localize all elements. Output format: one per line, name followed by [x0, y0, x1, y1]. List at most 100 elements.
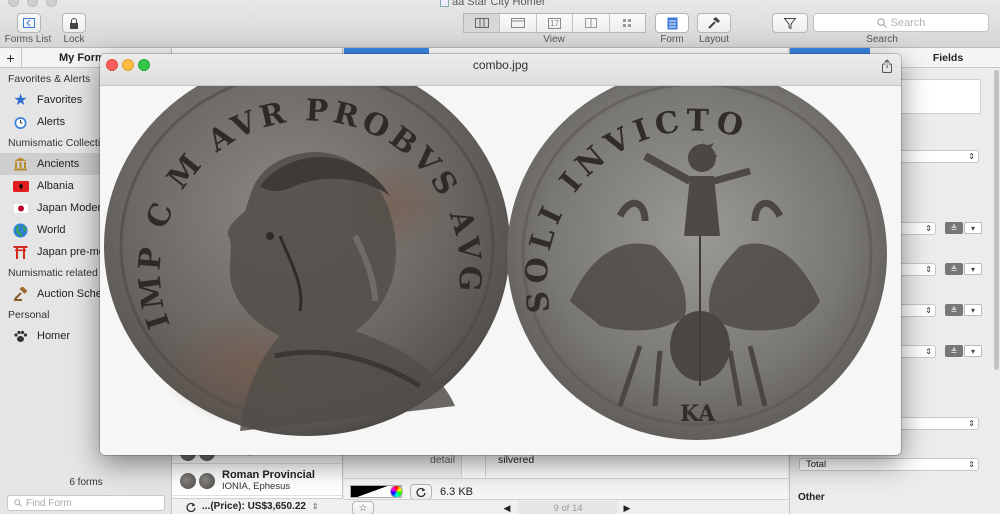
sort-button[interactable]: ≜ [945, 222, 963, 234]
chevron-updown-icon: ⇕ [968, 460, 975, 469]
summary-popup[interactable]: Total ⇕ [799, 458, 979, 471]
previous-record-button[interactable]: ◀ [500, 501, 514, 514]
record-navigator: ☆ ◀ 9 of 14 ▶ [344, 499, 788, 514]
field-popup[interactable]: ⇕ [899, 417, 979, 430]
paw-print-icon [12, 328, 29, 345]
share-icon[interactable] [880, 59, 894, 73]
columns-icon [474, 18, 489, 28]
search-label: Search [866, 34, 898, 45]
layout-label: Layout [698, 34, 730, 45]
refresh-icon [416, 487, 426, 497]
sort-button[interactable]: ≜ [945, 345, 963, 357]
filter-icon: ▾ [970, 223, 975, 233]
view-form-segment[interactable] [500, 14, 537, 32]
sort-button[interactable]: ≜ [945, 263, 963, 275]
sort-icon: ≜ [950, 264, 958, 274]
sidebar-item-label: Albania [37, 180, 74, 192]
field-popup[interactable]: ⇕ [899, 222, 936, 235]
coin-photo: IMP C M AVR PROBVS AVG SOLI INVICTO KA [100, 56, 901, 455]
field-popup[interactable]: ⇕ [899, 345, 936, 358]
main-toolbar: aa Star City Homer Forms List Lock 17 Vi… [0, 0, 1000, 48]
albania-flag-icon [12, 178, 29, 195]
sort-icon: ≜ [950, 305, 958, 315]
add-form-button[interactable]: + [0, 47, 22, 68]
coin-reverse: SOLI INVICTO KA [507, 68, 887, 440]
sidebar-item-label: Favorites [37, 94, 83, 106]
sidebar-item-label: World [37, 224, 66, 236]
calendar-icon: 17 [548, 17, 561, 29]
mintmark: KA [680, 401, 716, 427]
search-icon [14, 499, 22, 507]
field-popup[interactable]: ⇕ [899, 263, 936, 276]
chevron-updown-icon: ⇕ [925, 224, 932, 233]
next-record-button[interactable]: ▶ [620, 501, 634, 514]
quick-look-title: combo.jpg [472, 58, 529, 72]
hammer-icon [708, 17, 720, 29]
refresh-button[interactable] [410, 484, 432, 500]
form-label: Form [660, 34, 684, 45]
window-title: aa Star City Homer [440, 0, 546, 8]
close-button-inactive[interactable] [8, 0, 19, 7]
filter-icon: ▾ [970, 264, 975, 274]
inspector-text-area[interactable] [899, 79, 981, 114]
star-outline-icon: ☆ [358, 502, 368, 514]
list-item[interactable]: Roman Provincial IONIA, Ephesus [172, 466, 342, 496]
view-segmented-control[interactable]: 17 [463, 13, 646, 33]
scroll-thumb[interactable] [994, 70, 999, 370]
zoom-button-inactive[interactable] [46, 0, 57, 7]
torii-gate-icon [12, 244, 29, 261]
field-popup[interactable]: ⇕ [899, 304, 936, 317]
triangle-right-icon: ▶ [623, 502, 631, 513]
filter-button[interactable]: ▾ [964, 263, 982, 275]
view-chart-segment[interactable] [573, 14, 610, 32]
list-item-subtitle: IONIA, Ephesus [222, 480, 291, 492]
chevron-updown-icon[interactable]: ⇕ [312, 502, 319, 511]
field-value[interactable]: silvered [498, 454, 534, 466]
search-placeholder: Search [890, 16, 926, 29]
globe-icon [12, 222, 29, 239]
coin-obverse: IMP C M AVR PROBVS AVG [104, 56, 510, 436]
list-price-summary: ...(Price): US$3,650.22 [202, 501, 306, 512]
search-input[interactable]: Search [813, 13, 989, 32]
form-view-icon [511, 18, 526, 28]
forms-list-label: Forms List [4, 34, 52, 45]
filter-button[interactable]: ▾ [964, 222, 982, 234]
sidebar-item-label: Japan Modern [37, 202, 108, 214]
coin-thumbnail-reverse [199, 472, 215, 489]
color-wheel-icon[interactable] [390, 485, 403, 498]
filter-button[interactable] [772, 13, 808, 33]
star-icon: ★ [13, 92, 28, 109]
inspector-popup[interactable]: ⇕ [899, 150, 979, 163]
filter-icon: ▾ [970, 305, 975, 315]
favorite-record-button[interactable]: ☆ [352, 501, 374, 514]
refresh-icon[interactable] [186, 502, 196, 512]
view-calendar-segment[interactable]: 17 [537, 14, 574, 32]
view-columns-segment[interactable] [464, 14, 501, 32]
sort-button[interactable]: ≜ [945, 304, 963, 316]
chevron-updown-icon: ⇕ [925, 306, 932, 315]
filter-button[interactable]: ▾ [964, 304, 982, 316]
layout-button[interactable] [697, 13, 731, 33]
lock-icon [70, 17, 78, 29]
quick-look-window: combo.jpg IMP C M AVR PROBVS AVG SOLI IN… [100, 54, 901, 455]
section-other: Other [798, 492, 825, 503]
forms-list-button[interactable] [17, 13, 41, 33]
view-grid-segment[interactable] [610, 14, 645, 32]
view-label: View [543, 34, 565, 45]
form-icon [667, 17, 677, 29]
inspector-scrollbar[interactable] [993, 68, 1000, 388]
search-icon [876, 17, 887, 28]
find-form-input[interactable]: Find Form [7, 495, 165, 511]
quick-look-titlebar: combo.jpg [100, 54, 901, 86]
form-footer: 6.3 KB ☆ ◀ 9 of 14 ▶ [344, 478, 788, 514]
tab-fields[interactable]: Fields [896, 52, 1000, 64]
filter-button[interactable]: ▾ [964, 345, 982, 357]
form-button[interactable] [655, 13, 689, 33]
filter-icon: ▾ [970, 346, 975, 356]
sidebar-item-label: Alerts [37, 116, 66, 128]
document-icon [440, 0, 449, 7]
lock-button[interactable] [62, 13, 86, 33]
minimize-button-inactive[interactable] [27, 0, 38, 7]
coin-image-canvas: IMP C M AVR PROBVS AVG SOLI INVICTO KA [104, 56, 887, 440]
chevron-updown-icon: ⇕ [968, 152, 975, 161]
